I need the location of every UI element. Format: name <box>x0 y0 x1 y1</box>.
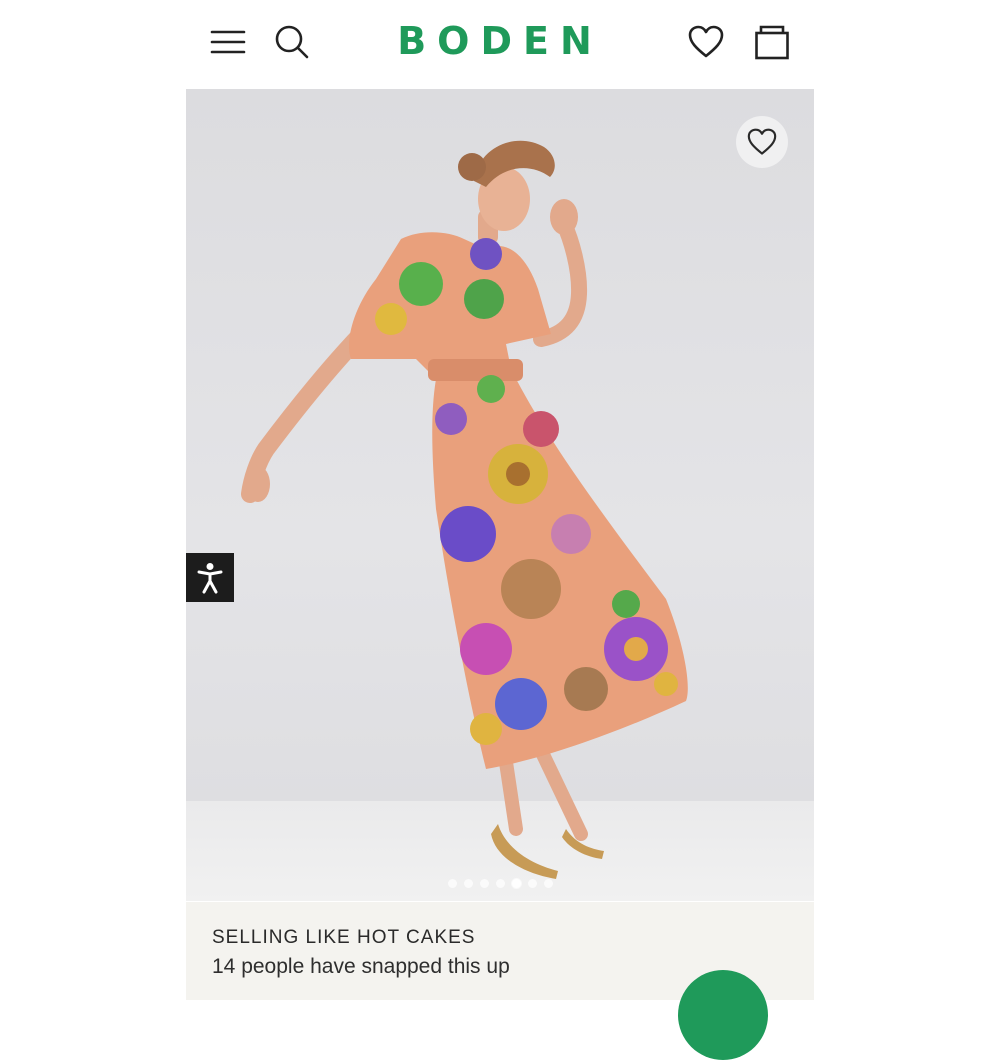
gallery-dot-active[interactable] <box>511 879 521 888</box>
add-to-wishlist-button[interactable] <box>736 116 788 168</box>
bag-button[interactable] <box>752 22 792 62</box>
floating-action-button[interactable] <box>678 970 768 1060</box>
product-image-gallery[interactable] <box>186 89 814 901</box>
social-proof-title: SELLING LIKE HOT CAKES <box>212 927 476 948</box>
heart-icon <box>688 25 724 58</box>
gallery-dot[interactable] <box>527 879 537 888</box>
gallery-dot[interactable] <box>543 879 553 888</box>
heart-outline-icon <box>747 128 777 155</box>
accessibility-person-icon <box>197 562 223 593</box>
top-header: BODEN <box>186 0 814 88</box>
gallery-dot[interactable] <box>447 879 457 888</box>
accessibility-button[interactable] <box>186 553 234 602</box>
shopping-bag-icon <box>755 25 789 60</box>
wishlist-button[interactable] <box>686 22 726 62</box>
gallery-dot[interactable] <box>479 879 489 888</box>
product-photo-model-in-floral-dress <box>241 140 688 879</box>
social-proof-subtitle: 14 people have snapped this up <box>212 955 510 978</box>
gallery-dot[interactable] <box>463 879 473 888</box>
gallery-dot[interactable] <box>495 879 505 888</box>
gallery-pagination <box>186 879 814 888</box>
